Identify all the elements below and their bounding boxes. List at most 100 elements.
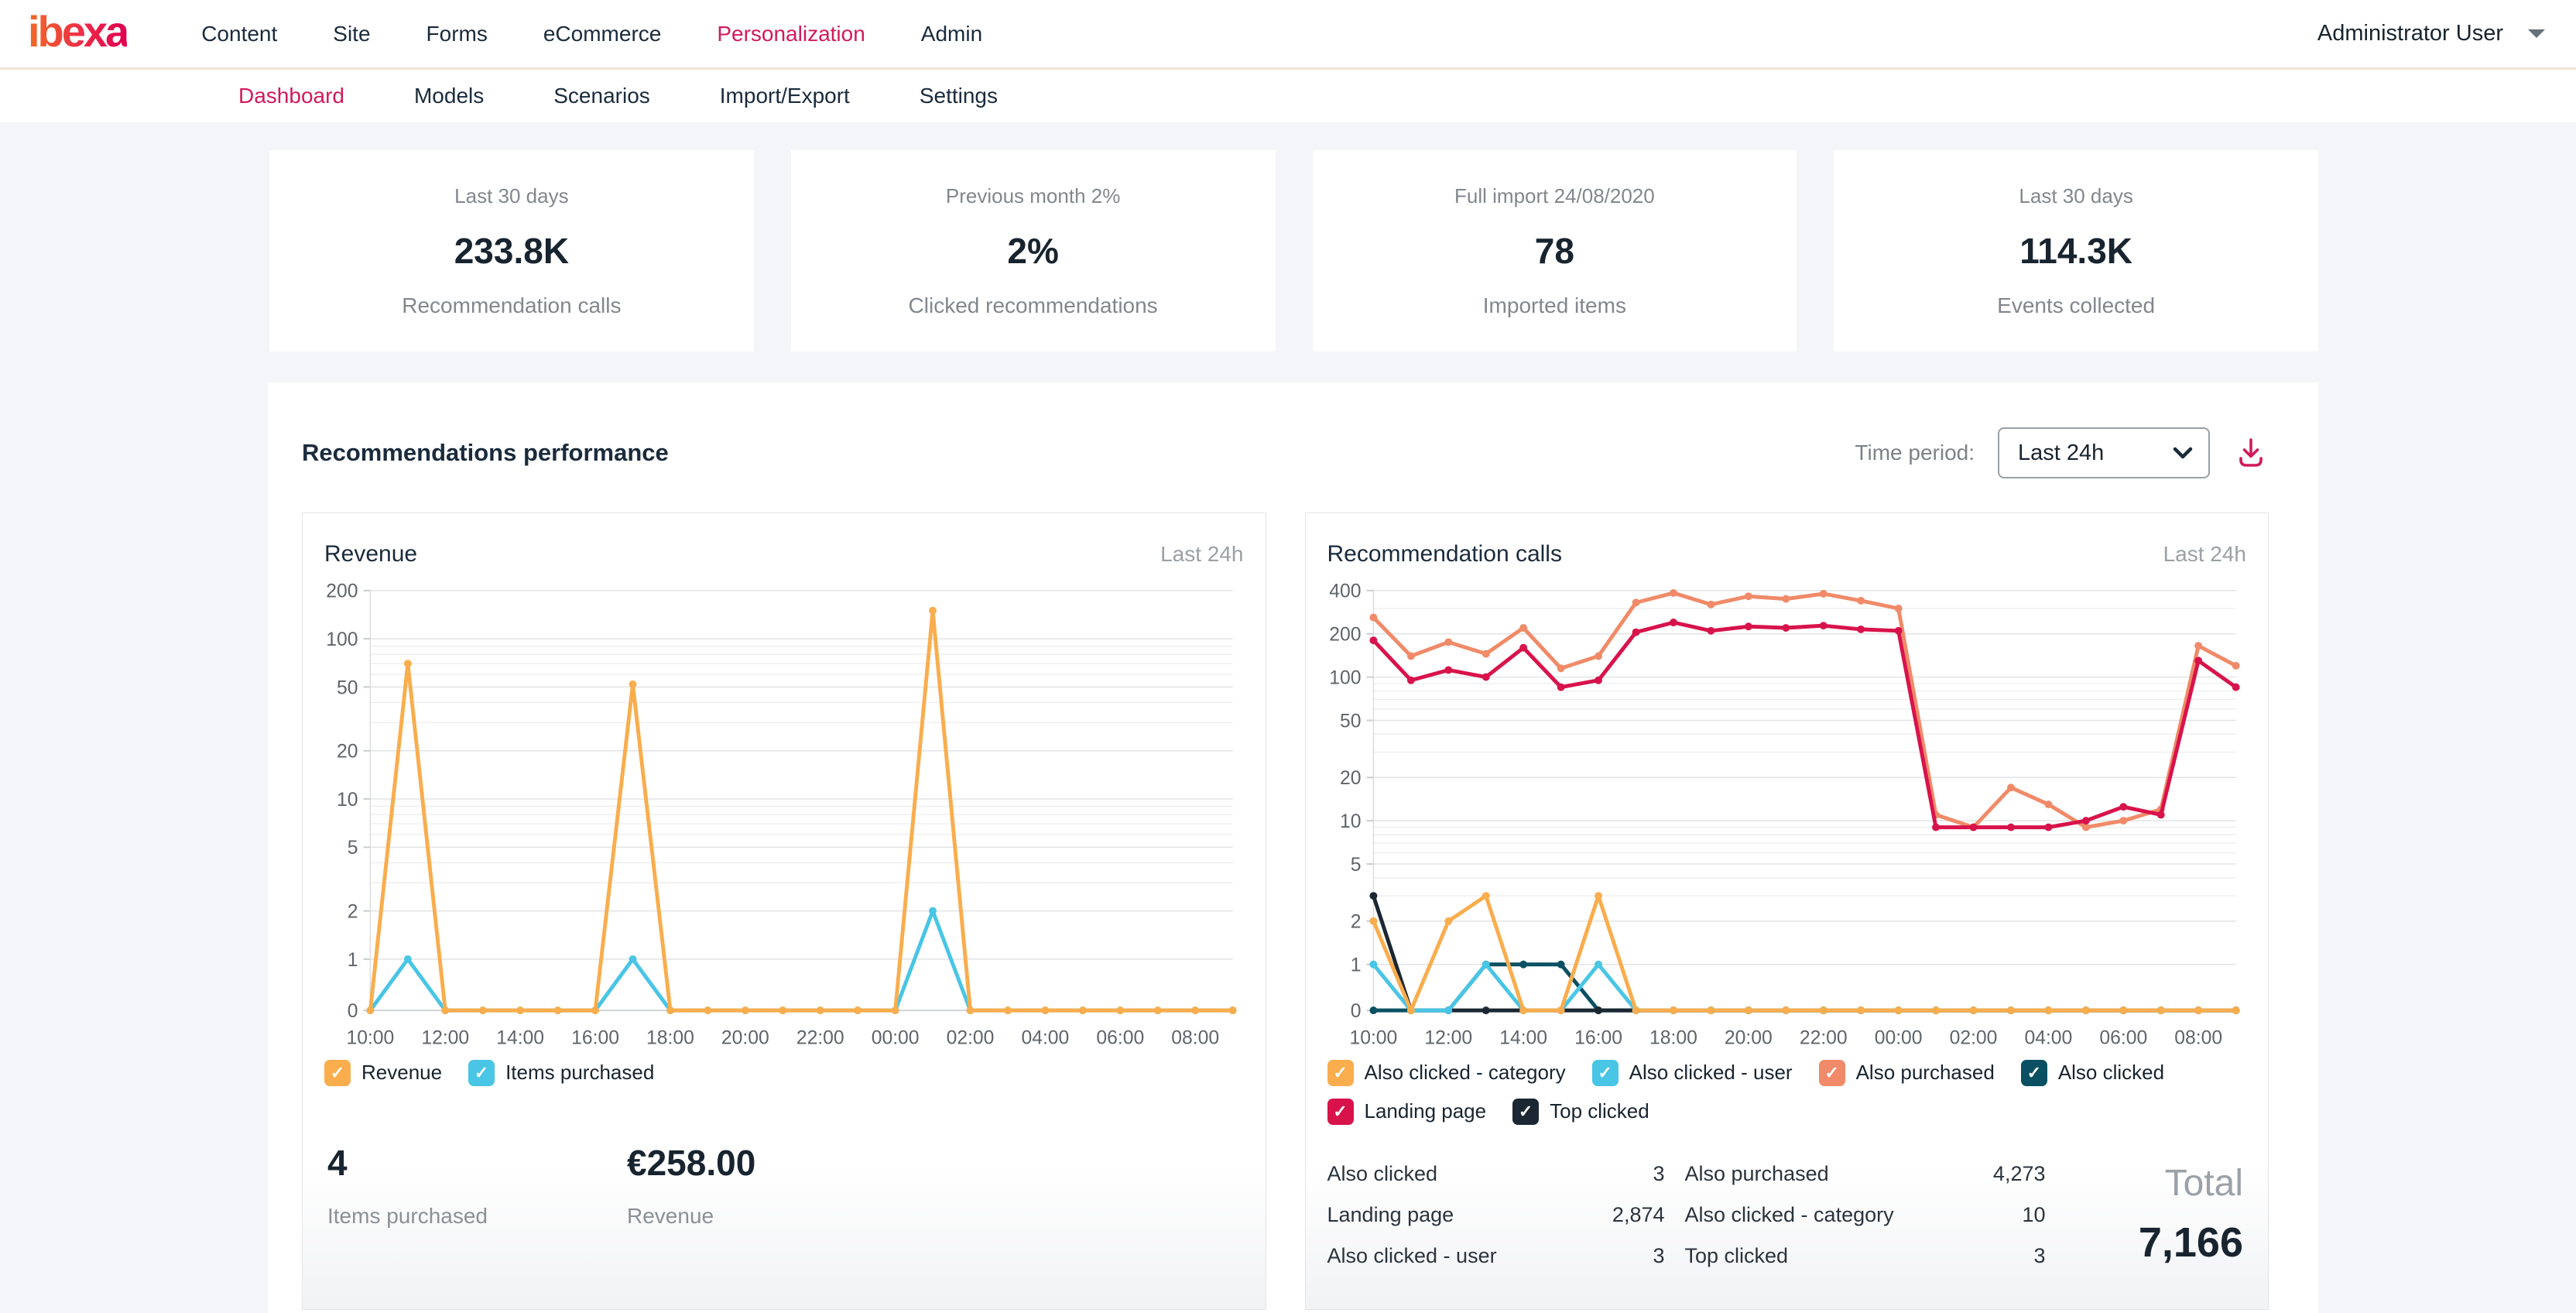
chart-header: Recommendation calls Last 24h bbox=[1327, 541, 2247, 567]
chart-title: Recommendation calls bbox=[1327, 541, 1562, 567]
svg-text:22:00: 22:00 bbox=[1799, 1028, 1847, 1049]
stat-card-events-collected: Last 30 days114.3KEvents collected bbox=[1834, 150, 2318, 351]
svg-text:20: 20 bbox=[1340, 768, 1362, 789]
svg-text:04:00: 04:00 bbox=[2024, 1028, 2072, 1049]
total-cell-label: Also clicked bbox=[1327, 1162, 1560, 1186]
svg-text:20:00: 20:00 bbox=[1724, 1028, 1772, 1049]
legend-item-also-clicked-user[interactable]: ✓Also clicked - user bbox=[1592, 1060, 1793, 1086]
svg-text:0: 0 bbox=[1350, 1001, 1361, 1022]
legend-item-top-clicked[interactable]: ✓ Top clicked bbox=[1512, 1099, 1649, 1125]
nav-item-content[interactable]: Content bbox=[201, 22, 277, 46]
ibexa-logo[interactable]: ibexa bbox=[28, 10, 127, 53]
stat-card-clicked-recommendations: Previous month 2%2%Clicked recommendatio… bbox=[791, 150, 1276, 351]
subnav-item-scenarios[interactable]: Scenarios bbox=[553, 84, 650, 108]
svg-text:200: 200 bbox=[326, 581, 358, 602]
svg-text:06:00: 06:00 bbox=[1096, 1028, 1144, 1049]
stat-value: 4 bbox=[327, 1142, 488, 1184]
legend-item-also-clicked-category[interactable]: ✓Also clicked - category bbox=[1327, 1060, 1566, 1086]
total-block: Total 7,166 bbox=[2139, 1162, 2246, 1268]
svg-text:14:00: 14:00 bbox=[1499, 1028, 1547, 1049]
time-period-select[interactable]: Last 24h bbox=[1998, 427, 2210, 478]
svg-text:08:00: 08:00 bbox=[2174, 1028, 2222, 1049]
revenue-stat: €258.00 Revenue bbox=[627, 1142, 755, 1229]
nav-item-admin[interactable]: Admin bbox=[921, 22, 982, 46]
svg-text:0: 0 bbox=[348, 1001, 358, 1022]
stat-card-value: 114.3K bbox=[2019, 230, 2132, 272]
chart-period: Last 24h bbox=[2163, 542, 2246, 567]
calls-totals-table: Also clicked3Also purchased4,273Landing … bbox=[1327, 1162, 2046, 1268]
subnav-item-import-export[interactable]: Import/Export bbox=[720, 84, 850, 108]
svg-text:00:00: 00:00 bbox=[872, 1028, 920, 1049]
checkbox-checked-icon[interactable]: ✓ bbox=[1327, 1060, 1354, 1086]
svg-text:16:00: 16:00 bbox=[571, 1028, 619, 1049]
revenue-line-chart: 200100502010521010:0012:0014:0016:0018:0… bbox=[324, 578, 1244, 1054]
svg-text:12:00: 12:00 bbox=[1424, 1028, 1472, 1049]
nav-item-ecommerce[interactable]: eCommerce bbox=[543, 22, 661, 46]
legend-label: Items purchased bbox=[505, 1061, 654, 1085]
svg-text:100: 100 bbox=[1329, 667, 1361, 688]
time-period-controls: Time period: Last 24h bbox=[1855, 427, 2269, 478]
subnav-item-dashboard[interactable]: Dashboard bbox=[238, 84, 344, 108]
checkbox-checked-icon[interactable]: ✓ bbox=[1327, 1099, 1354, 1125]
legend-item-also-purchased[interactable]: ✓Also purchased bbox=[1819, 1060, 1995, 1086]
nav-item-personalization[interactable]: Personalization bbox=[717, 22, 865, 46]
stat-card-value: 78 bbox=[1535, 230, 1574, 272]
checkbox-checked-icon[interactable]: ✓ bbox=[468, 1060, 495, 1086]
svg-text:00:00: 00:00 bbox=[1874, 1028, 1922, 1049]
stat-label: Items purchased bbox=[327, 1204, 488, 1229]
checkbox-checked-icon[interactable]: ✓ bbox=[1592, 1060, 1619, 1086]
svg-text:50: 50 bbox=[337, 677, 358, 698]
total-cell-label: Also clicked - user bbox=[1327, 1244, 1560, 1268]
nav-item-site[interactable]: Site bbox=[333, 22, 370, 46]
user-menu[interactable]: Administrator User bbox=[2317, 21, 2553, 46]
svg-text:2: 2 bbox=[1350, 912, 1361, 933]
stat-cards-row: Last 30 days 233.8K Recommendation calls Pr… bbox=[269, 150, 2318, 351]
svg-text:10: 10 bbox=[337, 790, 358, 811]
panel-title: Recommendations performance bbox=[302, 439, 669, 467]
total-cell-label: Also purchased bbox=[1685, 1162, 1956, 1186]
svg-text:02:00: 02:00 bbox=[947, 1028, 995, 1049]
checkbox-checked-icon[interactable]: ✓ bbox=[2021, 1060, 2047, 1086]
svg-text:1: 1 bbox=[1350, 955, 1361, 976]
svg-text:100: 100 bbox=[326, 629, 358, 650]
charts-row: Revenue Last 24h 200100502010521010:0012… bbox=[302, 513, 2269, 1310]
checkbox-checked-icon[interactable]: ✓ bbox=[1819, 1060, 1845, 1086]
content: Last 30 days 233.8K Recommendation calls Pr… bbox=[0, 122, 2576, 1313]
svg-text:06:00: 06:00 bbox=[2099, 1028, 2147, 1049]
stat-card-label: Recommendation calls bbox=[402, 293, 621, 318]
panel-header: Recommendations performance Time period:… bbox=[302, 427, 2269, 478]
legend-item-items-purchased[interactable]: ✓ Items purchased bbox=[468, 1060, 654, 1086]
performance-panel: Recommendations performance Time period:… bbox=[268, 382, 2318, 1313]
stat-card-caption: Last 30 days bbox=[454, 184, 568, 208]
legend-item-revenue[interactable]: ✓ Revenue bbox=[324, 1060, 442, 1086]
chevron-down-icon bbox=[2526, 28, 2547, 40]
user-name: Administrator User bbox=[2317, 21, 2503, 46]
svg-text:50: 50 bbox=[1340, 711, 1362, 732]
svg-text:12:00: 12:00 bbox=[421, 1028, 469, 1049]
checkbox-checked-icon[interactable]: ✓ bbox=[1512, 1099, 1539, 1125]
total-cell-value: 3 bbox=[1580, 1162, 1665, 1186]
svg-text:400: 400 bbox=[1329, 581, 1361, 602]
stat-card-value: 233.8K bbox=[454, 230, 569, 272]
svg-text:22:00: 22:00 bbox=[796, 1028, 844, 1049]
svg-text:1: 1 bbox=[348, 950, 358, 971]
legend-label: Revenue bbox=[361, 1061, 442, 1085]
svg-text:14:00: 14:00 bbox=[496, 1028, 544, 1049]
sub-nav: Dashboard Models Scenarios Import/Export Set… bbox=[0, 70, 2576, 122]
subnav-item-settings[interactable]: Settings bbox=[920, 84, 998, 108]
calls-chart-card: Recommendation calls Last 24h 400 20 0 100 5… bbox=[1305, 513, 2269, 1310]
stat-card-label: Clicked recommendations bbox=[909, 293, 1158, 318]
stat-card-recommendation-calls: Last 30 days 233.8K Recommendation calls bbox=[269, 150, 754, 351]
svg-text:5: 5 bbox=[1350, 855, 1361, 876]
nav-item-forms[interactable]: Forms bbox=[426, 22, 488, 46]
legend-item-also-clicked[interactable]: ✓Also clicked bbox=[2021, 1060, 2164, 1086]
main-nav: Content Site Forms eCommerce Personalization… bbox=[201, 22, 982, 46]
checkbox-checked-icon[interactable]: ✓ bbox=[324, 1060, 351, 1086]
legend-item-landing-page[interactable]: ✓Landing page bbox=[1327, 1099, 1487, 1125]
legend-label: Top clicked bbox=[1550, 1099, 1649, 1123]
download-icon[interactable] bbox=[2233, 435, 2269, 471]
stat-card-caption: Last 30 days bbox=[2019, 184, 2132, 208]
chart-header: Revenue Last 24h bbox=[324, 541, 1244, 567]
total-value: 7,166 bbox=[2139, 1219, 2243, 1267]
subnav-item-models[interactable]: Models bbox=[414, 84, 484, 108]
